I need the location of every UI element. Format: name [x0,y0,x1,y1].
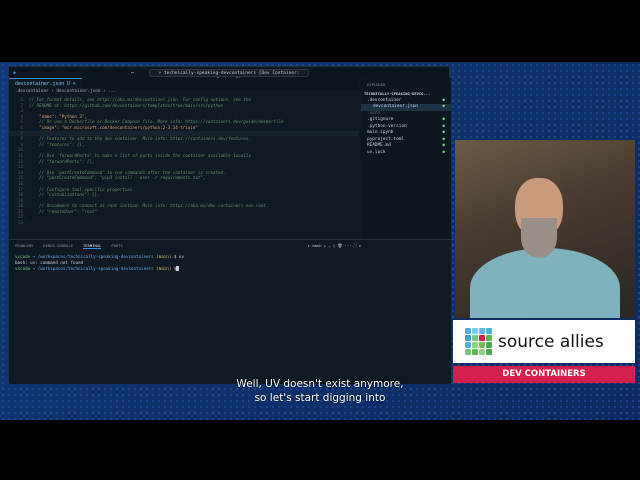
caption-line-2: so let's start digging into [254,392,386,404]
logo-square [465,342,471,348]
code-text: } [29,214,32,220]
git-status-icon: ● [442,104,445,109]
prompt-path: → /workspaces/technically-speaking-devco… [32,254,154,259]
cursor [176,266,179,271]
git-status-icon: ● [442,149,445,155]
explorer-item-label: uv.lock [367,149,386,155]
logo-square [479,349,485,355]
caption-line-1: Well, UV doesn't exist anymore, [236,378,404,390]
prompt-user: vscode [15,266,31,271]
explorer-sidebar: EXPLORER TECHNICALLY-SPEAKING-DEVCO... .… [361,78,451,243]
title-bar: ◆ ← ⌕ technically-speaking-devcontainers… [9,67,449,83]
presenter-shirt [470,248,620,318]
webcam-presenter [455,140,635,318]
logo-square [472,328,478,334]
explorer-item[interactable]: uv.lock ● [361,150,451,157]
terminal[interactable]: vscode → /workspaces/technically-speakin… [9,252,451,274]
panel-tab[interactable]: DEBUG CONSOLE [43,243,73,249]
logo-square [472,335,478,341]
logo-square [479,335,485,341]
close-icon[interactable]: × [73,82,76,87]
panel-tab[interactable]: PORTS [111,243,122,249]
code-text: // "remoteUser": "root" [29,208,98,214]
logo-square [486,349,492,355]
logo-square [486,328,492,334]
code-text: // README at: https://github.com/devcont… [29,102,224,108]
logo-square [479,328,485,334]
vscode-window: ◆ ← ⌕ technically-speaking-devcontainers… [8,66,451,384]
prompt-branch: (main) [156,254,172,259]
prompt-path: → /workspaces/technically-speaking-devco… [32,266,154,271]
panel-tab[interactable]: TERMINAL [83,243,102,249]
command-center-search[interactable]: ⌕ technically-speaking-devcontainers [De… [149,69,309,83]
explorer-title: EXPLORER [367,82,386,87]
editor-tabs: devcontainer.json U × [9,78,359,89]
logo-square [465,335,471,341]
code-line: 23 [9,220,359,226]
source-allies-logo: source allies [453,320,635,363]
logo-square [472,349,478,355]
logo-mark-icon [465,328,492,355]
code-text: // "customizations": {}, [29,192,100,198]
prompt-branch: (main) [156,266,172,271]
bottom-panel: PROBLEMS DEBUG CONSOLE TERMINAL PORTS vscod… [9,239,451,384]
line-number: 23 [17,220,23,226]
breadcrumb[interactable]: .devcontainer › devcontainer.json › ... [15,89,116,94]
vscode-logo-icon: ◆ [13,69,17,76]
panel-tab[interactable]: PROBLEMS [15,243,33,249]
code-text: "image": "mcr.microsoft.com/devcontainer… [29,124,198,130]
brand-name: source allies [498,331,604,352]
panel-tabs: PROBLEMS DEBUG CONSOLE TERMINAL PORTS [9,240,451,252]
back-icon[interactable]: ← [131,70,134,76]
code-text: // "features": {}, [29,141,85,147]
presenter-beard [521,218,557,258]
tab-label: devcontainer.json U [15,82,70,87]
logo-square [486,335,492,341]
tab-devcontainer-json[interactable]: devcontainer.json U × [9,78,82,89]
code-editor[interactable]: 1// For format details, see https://aka.… [9,97,359,226]
shell-name: bash [312,243,322,248]
logo-square [479,342,485,348]
code-text: // "forwardPorts": [], [29,158,95,164]
prompt-user: vscode [15,254,31,259]
code-text: // "postCreateCommand": "pip3 install --… [29,175,206,181]
subtitle-caption: Well, UV doesn't exist anymore, so let's… [150,377,490,405]
logo-square [465,349,471,355]
logo-square [465,328,471,334]
logo-square [486,342,492,348]
command-line: $ uv [173,254,184,259]
terminal-shell-label[interactable]: ▸ bash + ⌄ ▯ 🗑 ··· ⛶ × [308,243,361,248]
logo-square [472,342,478,348]
